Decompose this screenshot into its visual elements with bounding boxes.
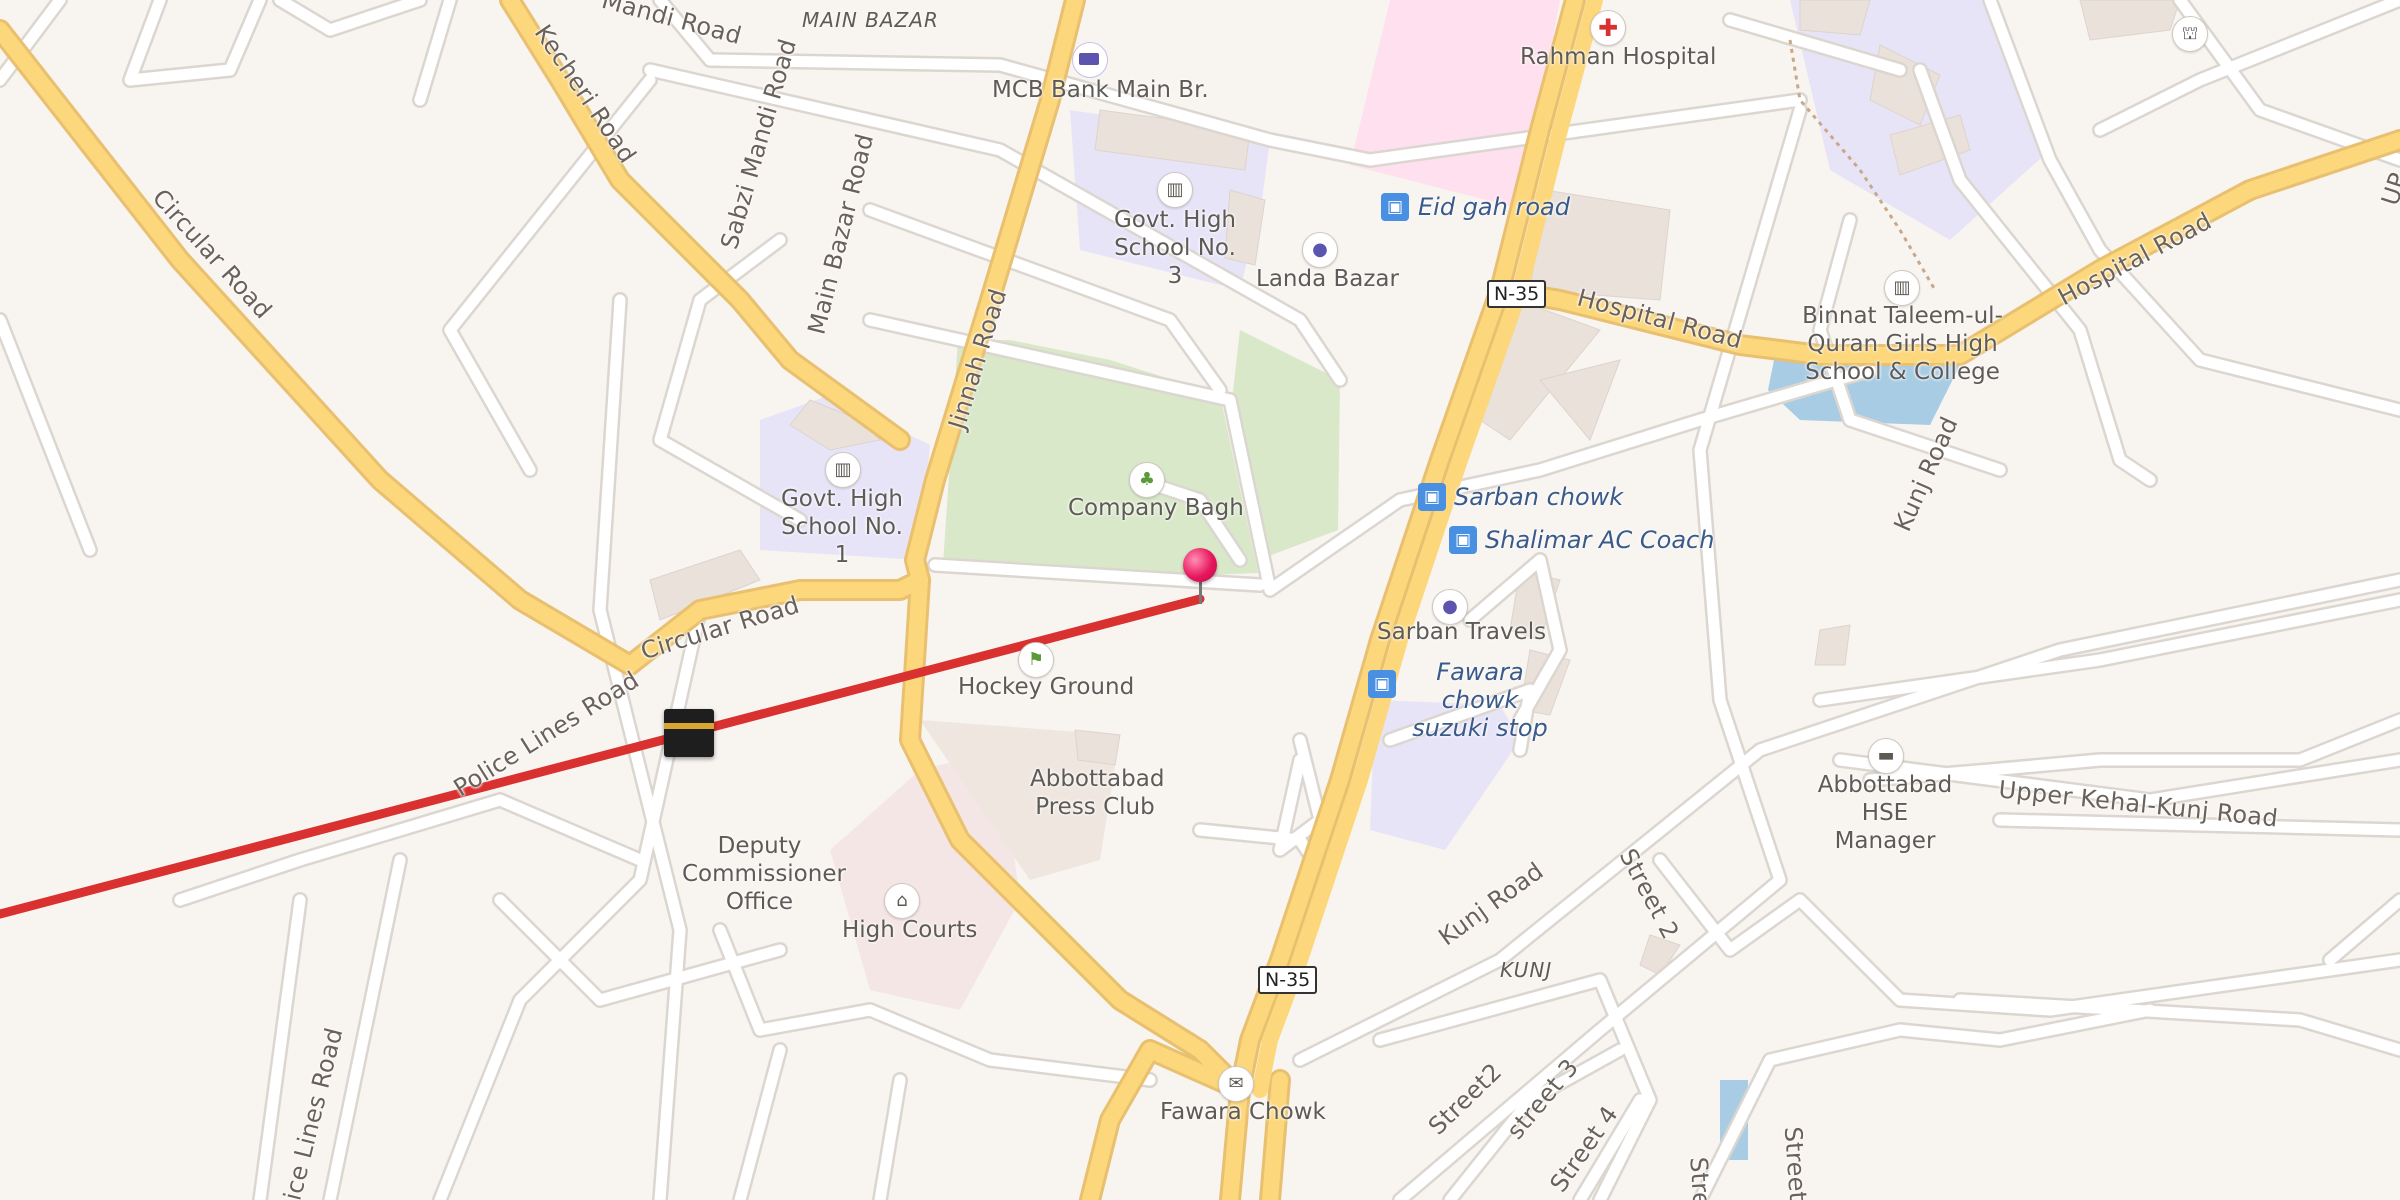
bus-stop-icon[interactable]: ▣ xyxy=(1418,483,1446,511)
location-pin-icon[interactable] xyxy=(1183,548,1217,582)
poi-label-sarban-travels[interactable]: Sarban Travels xyxy=(1377,618,1546,646)
transit-label-fawara-suzuki[interactable]: Fawara chowk suzuki stop xyxy=(1400,658,1560,742)
shopping-bag-icon[interactable]: ● xyxy=(1302,232,1338,268)
road-label-stre: Stre xyxy=(1684,1156,1716,1200)
school-icon[interactable]: ▥ xyxy=(1884,270,1920,306)
route-shield-n35-south: N-35 xyxy=(1258,966,1318,994)
road-label-street: Street xyxy=(1778,1125,1812,1200)
poi-label-govt-school-1[interactable]: Govt. High School No. 1 xyxy=(772,485,912,569)
poi-label-press-club[interactable]: Abbottabad Press Club xyxy=(1030,765,1164,821)
poi-label-hse-manager[interactable]: Abbottabad HSE Manager xyxy=(1810,771,1960,855)
building xyxy=(2079,0,2181,41)
tree-icon[interactable]: ♣ xyxy=(1129,462,1165,498)
school-icon[interactable]: ▥ xyxy=(825,452,861,488)
poi-label-hockey-ground[interactable]: Hockey Ground xyxy=(958,673,1134,701)
bus-stop-icon[interactable]: ▣ xyxy=(1449,526,1477,554)
poi-label-govt-school-3[interactable]: Govt. High School No. 3 xyxy=(1105,206,1245,290)
poi-label-landa-bazar[interactable]: Landa Bazar xyxy=(1256,265,1399,293)
pin-needle xyxy=(1199,580,1202,604)
poi-label-mcb-bank[interactable]: MCB Bank Main Br. xyxy=(992,76,1209,104)
courthouse-icon[interactable]: ⌂ xyxy=(884,883,920,919)
route-shield-n35-north: N-35 xyxy=(1487,280,1547,308)
bus-stop-icon[interactable]: ▣ xyxy=(1381,193,1409,221)
kaaba-icon[interactable] xyxy=(664,709,714,757)
poi-label-binnat[interactable]: Binnat Taleem-ul-Quran Girls High School… xyxy=(1800,302,2005,386)
transit-label-sarban-chowk[interactable]: Sarban chowk xyxy=(1454,483,1623,511)
post-office-icon[interactable]: ✉ xyxy=(1218,1066,1254,1102)
building xyxy=(1814,624,1851,666)
mosque-icon[interactable]: ⛫ xyxy=(2172,16,2208,52)
poi-label-fawara-chowk[interactable]: Fawara Chowk xyxy=(1160,1098,1326,1126)
hospital-cross-icon[interactable]: ✚ xyxy=(1590,10,1626,46)
poi-label-company-bagh[interactable]: Company Bagh xyxy=(1068,494,1244,522)
poi-label-high-courts[interactable]: High Courts xyxy=(842,916,977,944)
bed-icon[interactable]: ▬ xyxy=(1868,738,1904,774)
map-canvas[interactable]: MAIN BAZAR KUNJ Mandi Road Kecheri Road … xyxy=(0,0,2400,1200)
building xyxy=(1799,0,1871,36)
bus-stop-icon[interactable]: ▣ xyxy=(1368,670,1396,698)
building xyxy=(1074,729,1121,766)
school-icon[interactable]: ▥ xyxy=(1157,172,1193,208)
area-label-kunj: KUNJ xyxy=(1500,958,1553,982)
transit-label-eid-gah[interactable]: Eid gah road xyxy=(1418,193,1570,221)
bank-note-icon[interactable] xyxy=(1072,42,1108,78)
transit-label-shalimar[interactable]: Shalimar AC Coach xyxy=(1485,526,1714,554)
poi-label-dc-office[interactable]: Deputy Commissioner Office xyxy=(682,832,846,916)
area-label-main-bazar: MAIN BAZAR xyxy=(802,8,939,32)
poi-label-rahman-hospital[interactable]: Rahman Hospital xyxy=(1520,43,1716,71)
kaaba-band xyxy=(664,723,714,729)
